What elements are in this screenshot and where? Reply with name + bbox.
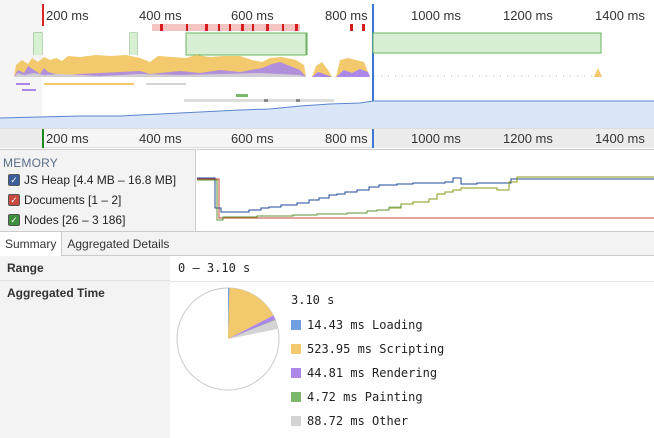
counter-label-nodes: Nodes [26 – 3 186] bbox=[24, 213, 126, 227]
counter-graph[interactable] bbox=[197, 149, 654, 231]
ruler-label-1200: 1200 ms bbox=[503, 8, 553, 23]
legend-rendering-label: 44.81 ms Rendering bbox=[307, 366, 438, 380]
summary-panel: Range 0 – 3.10 s Aggregated Time 3.10 s … bbox=[0, 256, 654, 438]
ruler-label-200: 200 ms bbox=[46, 8, 89, 23]
legend-scripting: 523.95 ms Scripting bbox=[291, 342, 444, 356]
aggregated-time-label: Aggregated Time bbox=[0, 281, 170, 438]
memory-title: MEMORY bbox=[3, 156, 58, 170]
checkbox-documents[interactable]: ✓ bbox=[8, 194, 20, 206]
ruler2-label-1200: 1200 ms bbox=[503, 131, 553, 146]
ruler2-label-200: 200 ms bbox=[46, 131, 89, 146]
ruler2-label-1000: 1000 ms bbox=[411, 131, 461, 146]
timeline-overview[interactable]: 200 ms 400 ms 600 ms 800 ms 1000 ms 1200… bbox=[0, 0, 654, 128]
js-heap-line bbox=[197, 177, 654, 213]
ruler-label-1400: 1400 ms bbox=[595, 8, 645, 23]
range-start-handle bbox=[42, 129, 44, 148]
documents-line bbox=[197, 178, 654, 219]
legend-painting-label: 4.72 ms Painting bbox=[307, 390, 423, 404]
counter-label-js-heap: JS Heap [4.4 MB – 16.8 MB] bbox=[24, 173, 177, 187]
counter-js-heap[interactable]: ✓ JS Heap [4.4 MB – 16.8 MB] bbox=[0, 170, 195, 190]
legend-other: 88.72 ms Other bbox=[291, 414, 408, 428]
legend-other-label: 88.72 ms Other bbox=[307, 414, 409, 428]
range-label: Range bbox=[0, 256, 170, 281]
scripting-swatch bbox=[291, 344, 301, 354]
legend-painting: 4.72 ms Painting bbox=[291, 390, 423, 404]
ruler-label-800: 800 ms bbox=[325, 8, 368, 23]
loading-swatch bbox=[291, 320, 301, 330]
counter-documents[interactable]: ✓ Documents [1 – 2] bbox=[0, 190, 195, 210]
aggregated-time-pie bbox=[176, 287, 280, 391]
ruler-label-400: 400 ms bbox=[139, 8, 182, 23]
legend-loading: 14.43 ms Loading bbox=[291, 318, 423, 332]
ruler2-label-1400: 1400 ms bbox=[595, 131, 645, 146]
other-swatch bbox=[291, 416, 301, 426]
checkbox-js-heap[interactable]: ✓ bbox=[8, 174, 20, 186]
rendering-swatch bbox=[291, 368, 301, 378]
frames-track bbox=[152, 24, 300, 31]
counter-nodes[interactable]: ✓ Nodes [26 – 3 186] bbox=[0, 210, 195, 230]
tab-summary[interactable]: Summary bbox=[0, 232, 63, 256]
time-ruler[interactable]: 200 ms 400 ms 600 ms 800 ms 1000 ms 1200… bbox=[0, 128, 654, 148]
counter-label-documents: Documents [1 – 2] bbox=[24, 193, 122, 207]
range-value: 0 – 3.10 s bbox=[178, 261, 251, 275]
task-bars bbox=[16, 83, 334, 102]
counter-graph-svg bbox=[197, 176, 654, 221]
ruler-label-1000: 1000 ms bbox=[411, 8, 461, 23]
total-time: 3.10 s bbox=[291, 293, 335, 307]
legend-rendering: 44.81 ms Rendering bbox=[291, 366, 437, 380]
tab-aggregated-details[interactable]: Aggregated Details bbox=[62, 232, 174, 256]
details-tabs: Summary Aggregated Details bbox=[0, 231, 654, 256]
ruler-label-600: 600 ms bbox=[231, 8, 274, 23]
legend-loading-label: 14.43 ms Loading bbox=[307, 318, 423, 332]
legend-scripting-label: 523.95 ms Scripting bbox=[307, 342, 445, 356]
ruler2-label-400: 400 ms bbox=[139, 131, 182, 146]
memory-panel: MEMORY ✓ JS Heap [4.4 MB – 16.8 MB] ✓ Do… bbox=[0, 149, 196, 231]
painting-swatch bbox=[291, 392, 301, 402]
ruler2-label-800: 800 ms bbox=[325, 131, 368, 146]
checkbox-nodes[interactable]: ✓ bbox=[8, 214, 20, 226]
ruler2-label-600: 600 ms bbox=[231, 131, 274, 146]
